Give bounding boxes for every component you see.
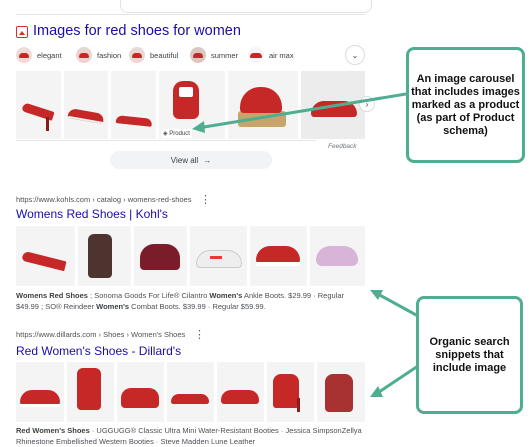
chip-thumb-icon bbox=[248, 47, 264, 63]
chip-summer[interactable]: summer bbox=[190, 45, 238, 65]
result-url: https://www.kohls.com › catalog › womens… bbox=[16, 195, 192, 204]
chip-elegant[interactable]: elegant bbox=[16, 45, 62, 65]
kebab-icon[interactable]: ⋮ bbox=[200, 193, 211, 206]
chip-thumb-icon bbox=[16, 47, 32, 63]
chip-label: summer bbox=[211, 50, 239, 60]
result-image[interactable] bbox=[167, 362, 214, 422]
chip-beautiful[interactable]: beautiful bbox=[129, 45, 178, 65]
result-image[interactable] bbox=[310, 226, 365, 286]
divider bbox=[16, 140, 316, 141]
product-badge: ◈ Product bbox=[161, 129, 192, 138]
chip-thumb-icon bbox=[76, 47, 92, 63]
image-icon bbox=[16, 26, 28, 38]
kebab-icon[interactable]: ⋮ bbox=[222, 24, 233, 37]
result-snippet: Womens Red Shoes ; Sonoma Goods For Life… bbox=[16, 291, 345, 311]
result-image[interactable] bbox=[190, 226, 247, 286]
carousel-image[interactable] bbox=[16, 71, 61, 139]
kebab-icon[interactable]: ⋮ bbox=[194, 328, 205, 341]
organic-callout: Organic search snippets that include ima… bbox=[416, 296, 523, 414]
carousel-callout-text: An image carousel that includes images m… bbox=[411, 72, 520, 137]
images-section-title[interactable]: Images for red shoes for women bbox=[33, 23, 241, 39]
chip-air-max[interactable]: air max bbox=[248, 45, 294, 65]
view-all-label: View all bbox=[170, 155, 199, 165]
carousel-image[interactable] bbox=[64, 71, 108, 139]
result-image[interactable] bbox=[117, 362, 164, 422]
chip-fashion[interactable]: fashion bbox=[76, 45, 121, 65]
result-image[interactable] bbox=[267, 362, 314, 422]
chip-label: elegant bbox=[37, 50, 62, 60]
chevron-down-icon[interactable]: ⌄ bbox=[345, 45, 365, 65]
divider bbox=[16, 14, 366, 15]
result-title[interactable]: Womens Red Shoes | Kohl's bbox=[16, 207, 168, 221]
result-image[interactable] bbox=[16, 362, 64, 422]
callout-arrows bbox=[370, 290, 419, 397]
result-image[interactable] bbox=[217, 362, 264, 422]
view-all-button[interactable]: View all → bbox=[110, 151, 272, 169]
callout-arrow bbox=[192, 92, 407, 133]
chip-label: fashion bbox=[97, 50, 122, 60]
product-badge-label: Product bbox=[169, 131, 190, 137]
chip-thumb-icon bbox=[190, 47, 206, 63]
result-title[interactable]: Red Women's Shoes - Dillard's bbox=[16, 344, 181, 358]
search-bar-remnant bbox=[120, 0, 372, 13]
arrow-right-icon: → bbox=[203, 155, 212, 165]
result-image[interactable] bbox=[317, 362, 365, 422]
chip-thumb-icon bbox=[129, 47, 145, 63]
carousel-image[interactable] bbox=[111, 71, 156, 139]
chip-label: beautiful bbox=[150, 50, 179, 60]
result-url: https://www.dillards.com › Shoes › Women… bbox=[16, 330, 186, 339]
result-image[interactable] bbox=[16, 226, 75, 286]
result-image[interactable] bbox=[78, 226, 131, 286]
result-image[interactable] bbox=[134, 226, 187, 286]
result-image[interactable] bbox=[67, 362, 114, 422]
feedback-link[interactable]: Feedback bbox=[328, 143, 357, 150]
result-image[interactable] bbox=[250, 226, 307, 286]
carousel-callout: An image carousel that includes images m… bbox=[406, 47, 525, 163]
result-snippet: Red Women's Shoes · UGGUGG® Classic Ultr… bbox=[16, 426, 362, 446]
chip-label: air max bbox=[269, 50, 294, 60]
organic-callout-text: Organic search snippets that include ima… bbox=[429, 335, 510, 374]
